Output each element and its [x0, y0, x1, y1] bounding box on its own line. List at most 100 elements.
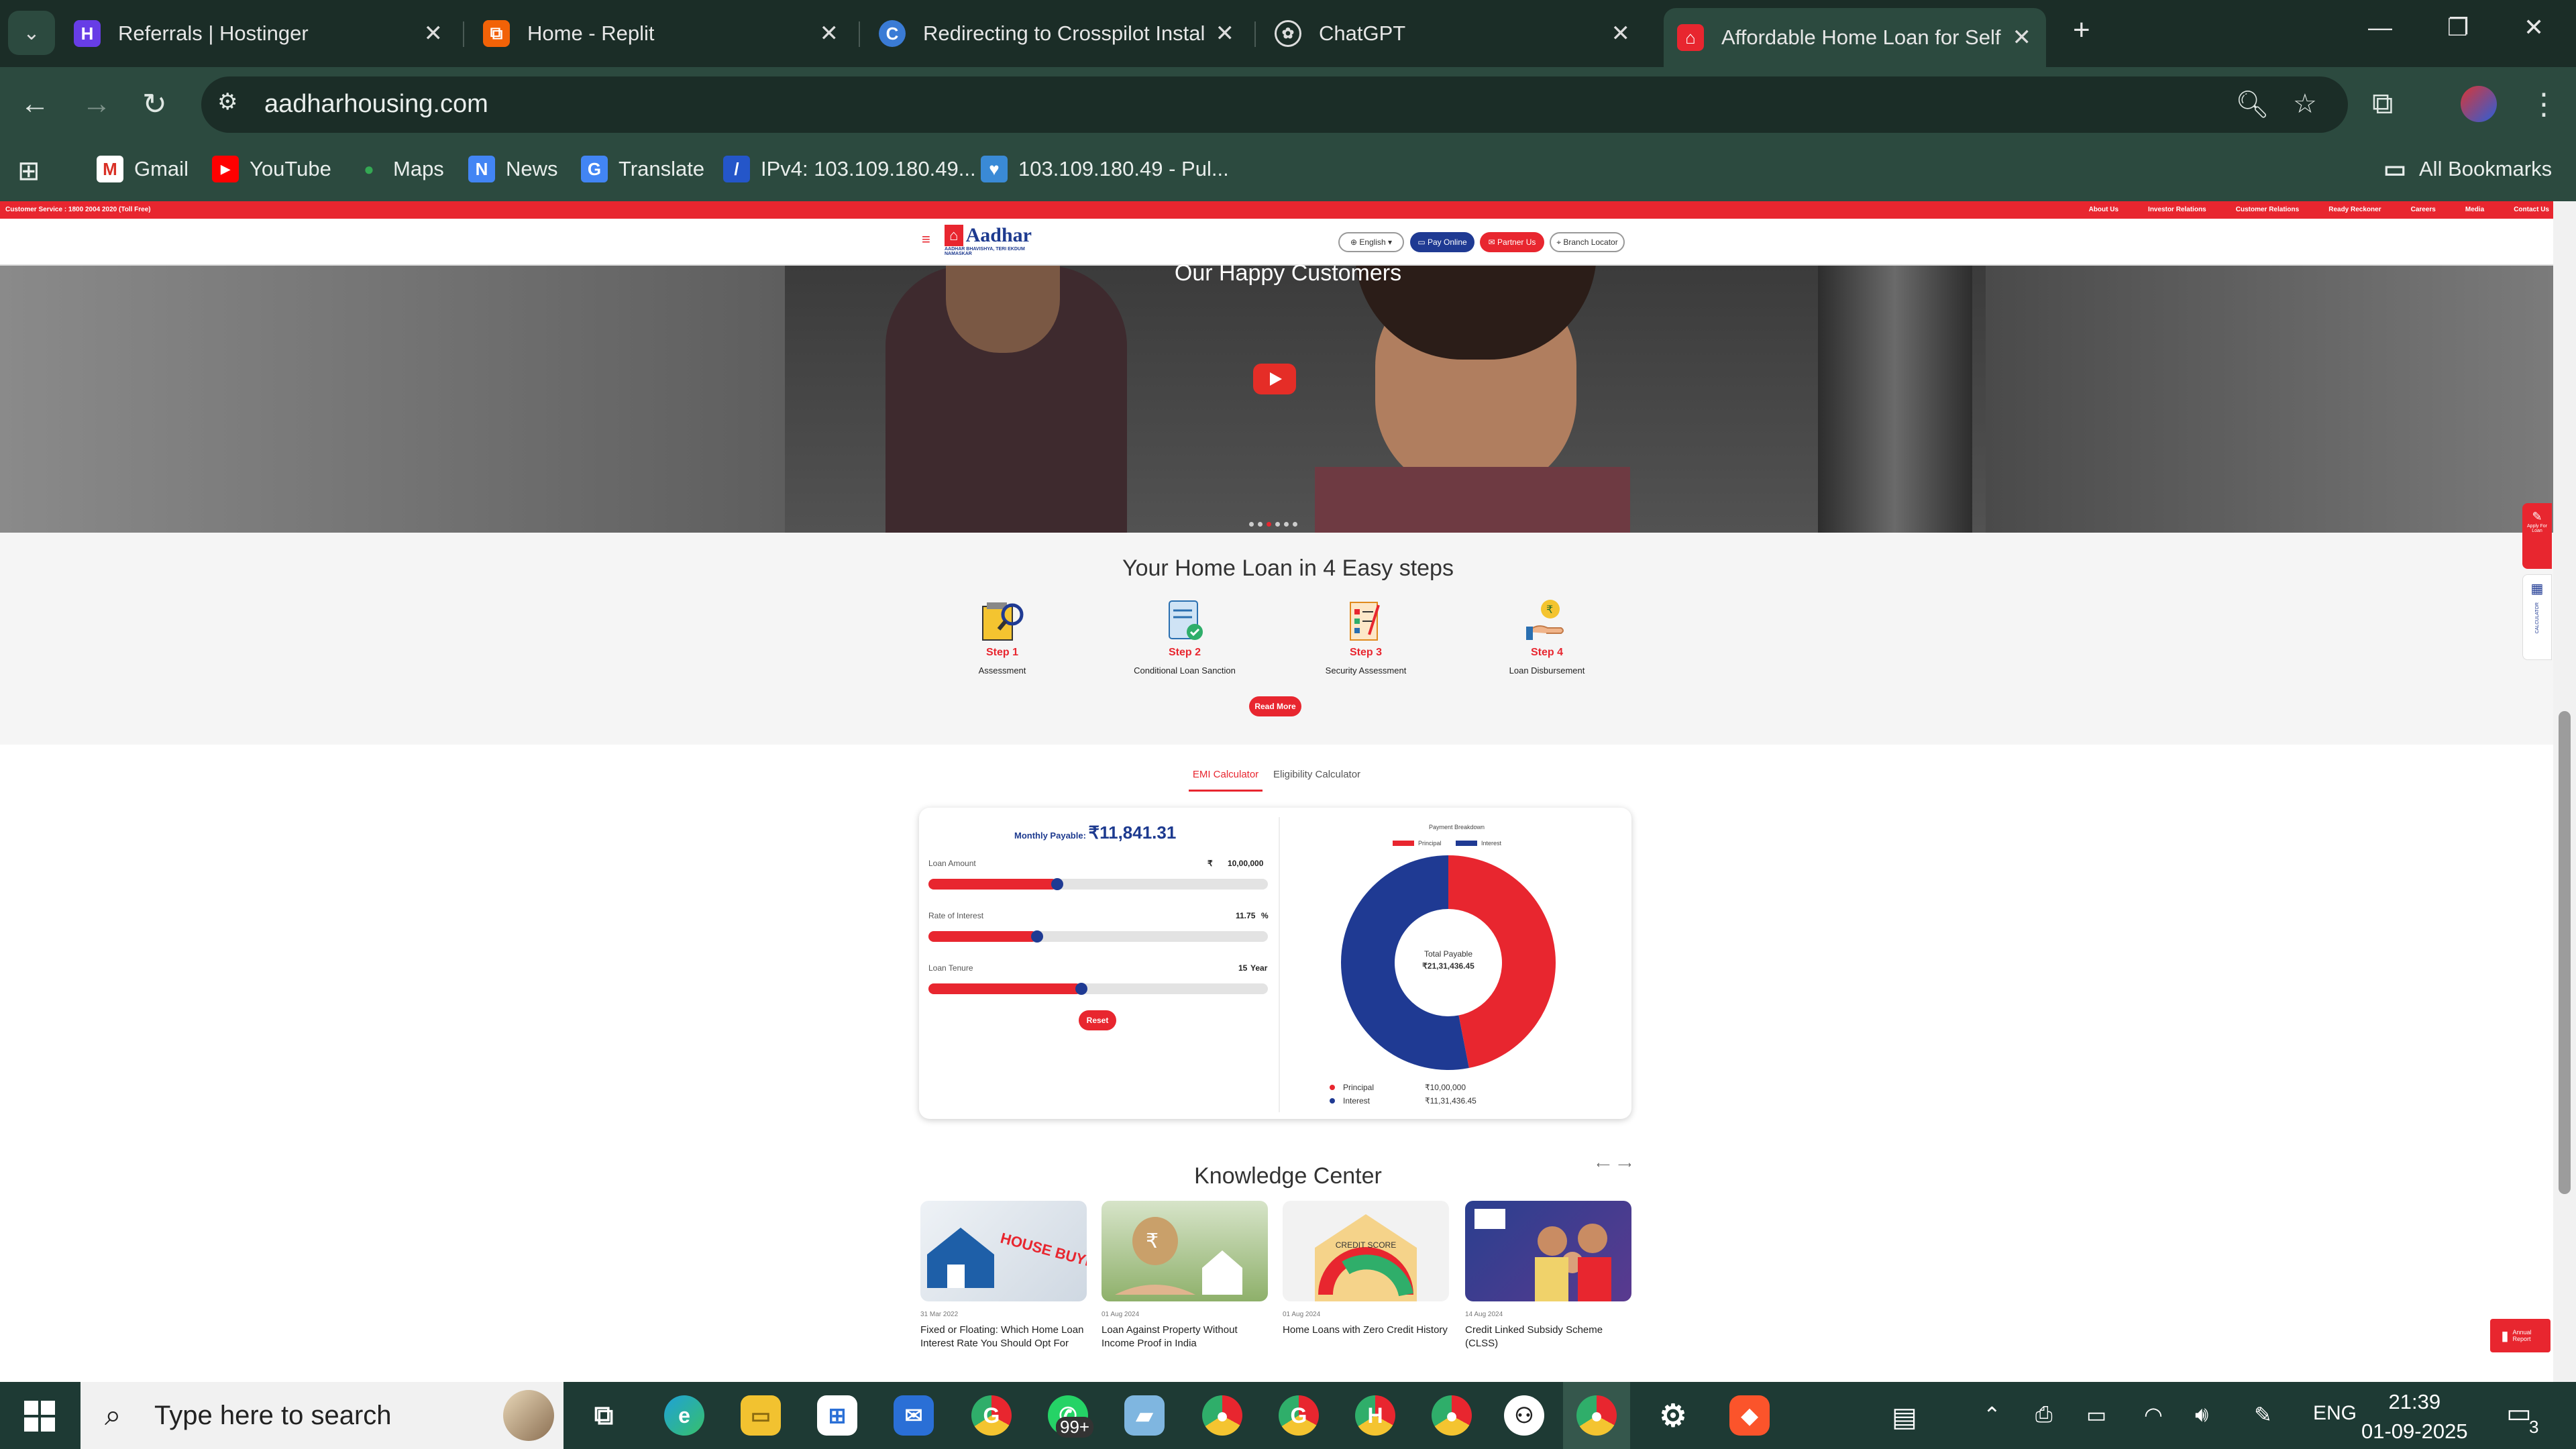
loan-tenure-value[interactable]: 15	[1238, 963, 1247, 973]
close-tab-icon[interactable]: ✕	[424, 20, 443, 47]
top-link-contact[interactable]: Contact Us	[2514, 206, 2549, 213]
tab-aadhar-active[interactable]: ⌂ Affordable Home Loan for Self E ✕	[1664, 8, 2046, 67]
bookmark-gmail[interactable]: M Gmail	[97, 156, 189, 182]
microsoft-store-icon[interactable]: ⊞	[817, 1395, 857, 1436]
loan-amount-slider[interactable]	[928, 878, 1268, 890]
hamburger-menu-icon[interactable]: ≡	[922, 231, 930, 248]
mail-icon[interactable]: ✉	[894, 1395, 934, 1436]
bookmark-maps[interactable]: ● Maps	[356, 156, 444, 182]
windows-start-icon[interactable]	[24, 1401, 55, 1432]
system-clock[interactable]: 21:39 01-09-2025	[2361, 1387, 2468, 1446]
annual-report-widget[interactable]: ▮ Annual Report	[2490, 1319, 2551, 1352]
zoom-icon[interactable]: 🔍︎	[2235, 89, 2269, 120]
aadhar-logo[interactable]: ⌂ Aadhar AADHAR BHAVISHYA, TERI EKDUM NAM…	[945, 224, 1032, 259]
kc-prev-arrow-icon[interactable]: ⟵	[1597, 1159, 1610, 1170]
article-card[interactable]: CREDIT SCORE 01 Aug 2024 Home Loans with…	[1283, 1201, 1449, 1337]
loan-tenure-slider[interactable]	[928, 983, 1268, 995]
input-language[interactable]: ENG	[2313, 1402, 2357, 1425]
tab-eligibility-calculator[interactable]: Eligibility Calculator	[1273, 769, 1360, 780]
top-link-media[interactable]: Media	[2465, 206, 2484, 213]
article-card[interactable]: ₹ 01 Aug 2024 Loan Against Property With…	[1102, 1201, 1268, 1350]
loan-amount-handle[interactable]	[1051, 878, 1064, 890]
chrome-profile-icon[interactable]: G	[1279, 1395, 1319, 1436]
bookmark-youtube[interactable]: ▶ YouTube	[212, 156, 331, 182]
customer-video-carousel[interactable]	[0, 266, 2576, 533]
chrome-profile-icon[interactable]: H	[1355, 1395, 1395, 1436]
wifi-icon[interactable]: ◠	[2144, 1402, 2163, 1428]
news-widget-icon[interactable]: ▤	[1892, 1402, 1917, 1433]
close-tab-icon[interactable]: ✕	[820, 20, 839, 47]
article-card[interactable]: HOUSE BUYING TIPS 31 Mar 2022 Fixed or F…	[920, 1201, 1087, 1350]
minimize-icon[interactable]: —	[2368, 13, 2392, 42]
read-more-button[interactable]: Read More	[1249, 696, 1301, 716]
back-icon[interactable]: ←	[20, 87, 50, 121]
bookmark-news[interactable]: N News	[468, 156, 558, 182]
edge-icon[interactable]: e	[664, 1395, 704, 1436]
restore-icon[interactable]: ❐	[2447, 13, 2469, 42]
page-scrollbar[interactable]	[2553, 201, 2576, 1382]
forward-icon[interactable]: →	[82, 87, 111, 121]
site-info-icon[interactable]: ⚙	[217, 89, 237, 115]
top-link-reckoner[interactable]: Ready Reckoner	[2328, 206, 2381, 213]
loan-amount-value[interactable]: 10,00,000	[1228, 859, 1263, 868]
brave-icon[interactable]: ◆	[1729, 1395, 1770, 1436]
interest-rate-handle[interactable]	[1030, 930, 1043, 943]
show-hidden-icons-chevron-icon[interactable]: ⌃	[1983, 1402, 2001, 1428]
carousel-dots[interactable]	[1249, 522, 1297, 527]
scrollbar-thumb[interactable]	[2559, 711, 2571, 1194]
new-tab-icon[interactable]: +	[2073, 13, 2090, 47]
loan-tenure-handle[interactable]	[1075, 983, 1087, 995]
reload-icon[interactable]: ↻	[142, 87, 167, 121]
tab-chatgpt[interactable]: ✿ ChatGPT ✕	[1275, 7, 1637, 60]
close-tab-icon[interactable]: ✕	[1611, 20, 1631, 47]
extensions-icon[interactable]: ⧉	[2372, 87, 2393, 121]
bookmark-ip-lookup[interactable]: ♥ 103.109.180.49 - Pul...	[981, 156, 1229, 182]
language-select[interactable]: ⊕ English ▾	[1338, 232, 1404, 252]
notification-center-icon[interactable]: ▭	[2506, 1398, 2532, 1429]
top-link-careers[interactable]: Careers	[2411, 206, 2436, 213]
meet-now-icon[interactable]: ⎙	[2035, 1402, 2053, 1428]
chrome-profile-icon[interactable]: ●	[1202, 1395, 1242, 1436]
tab-list-dropdown-button[interactable]: ⌄	[8, 11, 55, 55]
bookmark-translate[interactable]: G Translate	[581, 156, 704, 182]
calculator-widget[interactable]: ▦ CALCULATOR	[2522, 574, 2552, 660]
chrome-icon[interactable]: ●	[1432, 1395, 1472, 1436]
close-window-icon[interactable]: ✕	[2524, 13, 2544, 42]
tab-replit[interactable]: ⧉ Home - Replit ✕	[483, 7, 845, 60]
github-icon[interactable]: ⚇	[1504, 1395, 1544, 1436]
partner-us-button[interactable]: ✉ Partner Us	[1480, 232, 1544, 252]
bookmark-ipv4[interactable]: / IPv4: 103.109.180.49...	[723, 156, 976, 182]
close-tab-icon[interactable]: ✕	[2012, 24, 2032, 51]
menu-kebab-icon[interactable]: ⋮	[2529, 87, 2559, 121]
chrome-active-icon[interactable]: ●	[1576, 1395, 1617, 1436]
battery-icon[interactable]: ▭	[2086, 1402, 2106, 1428]
branch-locator-button[interactable]: ⌖ Branch Locator	[1550, 232, 1625, 252]
apps-grid-icon[interactable]: ⊞	[17, 156, 40, 186]
tab-crosspilot[interactable]: C Redirecting to Crosspilot Install ✕	[879, 7, 1241, 60]
interest-rate-slider[interactable]	[928, 930, 1268, 943]
reset-button[interactable]: Reset	[1079, 1010, 1116, 1030]
task-view-icon[interactable]: ⧉	[584, 1395, 624, 1436]
kc-next-arrow-icon[interactable]: ⟶	[1618, 1159, 1631, 1170]
top-link-investor[interactable]: Investor Relations	[2148, 206, 2206, 213]
notes-app-icon[interactable]: ▰	[1124, 1395, 1165, 1436]
tab-emi-calculator[interactable]: EMI Calculator	[1189, 769, 1263, 792]
tab-hostinger[interactable]: H Referrals | Hostinger ✕	[74, 7, 449, 60]
url-text[interactable]: aadharhousing.com	[264, 90, 488, 119]
pay-online-button[interactable]: ▭ Pay Online	[1410, 232, 1474, 252]
interest-rate-value[interactable]: 11.75	[1236, 911, 1255, 920]
youtube-play-icon[interactable]	[1253, 364, 1296, 394]
pen-icon[interactable]: ✎	[2254, 1402, 2272, 1428]
article-card[interactable]: 14 Aug 2024 Credit Linked Subsidy Scheme…	[1465, 1201, 1631, 1350]
file-explorer-icon[interactable]: ▭	[741, 1395, 781, 1436]
volume-icon[interactable]: 🔊︎	[2195, 1402, 2208, 1428]
top-link-about[interactable]: About Us	[2089, 206, 2118, 213]
taskbar-search-box[interactable]: ⌕ Type here to search	[80, 1382, 564, 1449]
bookmark-star-icon[interactable]: ☆	[2293, 89, 2317, 119]
top-link-customer[interactable]: Customer Relations	[2236, 206, 2299, 213]
apply-for-loan-widget[interactable]: ✎ Apply For Loan	[2522, 503, 2552, 569]
address-bar[interactable]: ⚙ aadharhousing.com 🔍︎ ☆	[201, 76, 2348, 133]
close-tab-icon[interactable]: ✕	[1216, 20, 1235, 47]
chrome-profile-icon[interactable]: G	[971, 1395, 1012, 1436]
all-bookmarks[interactable]: ▭ All Bookmarks	[2381, 155, 2552, 182]
